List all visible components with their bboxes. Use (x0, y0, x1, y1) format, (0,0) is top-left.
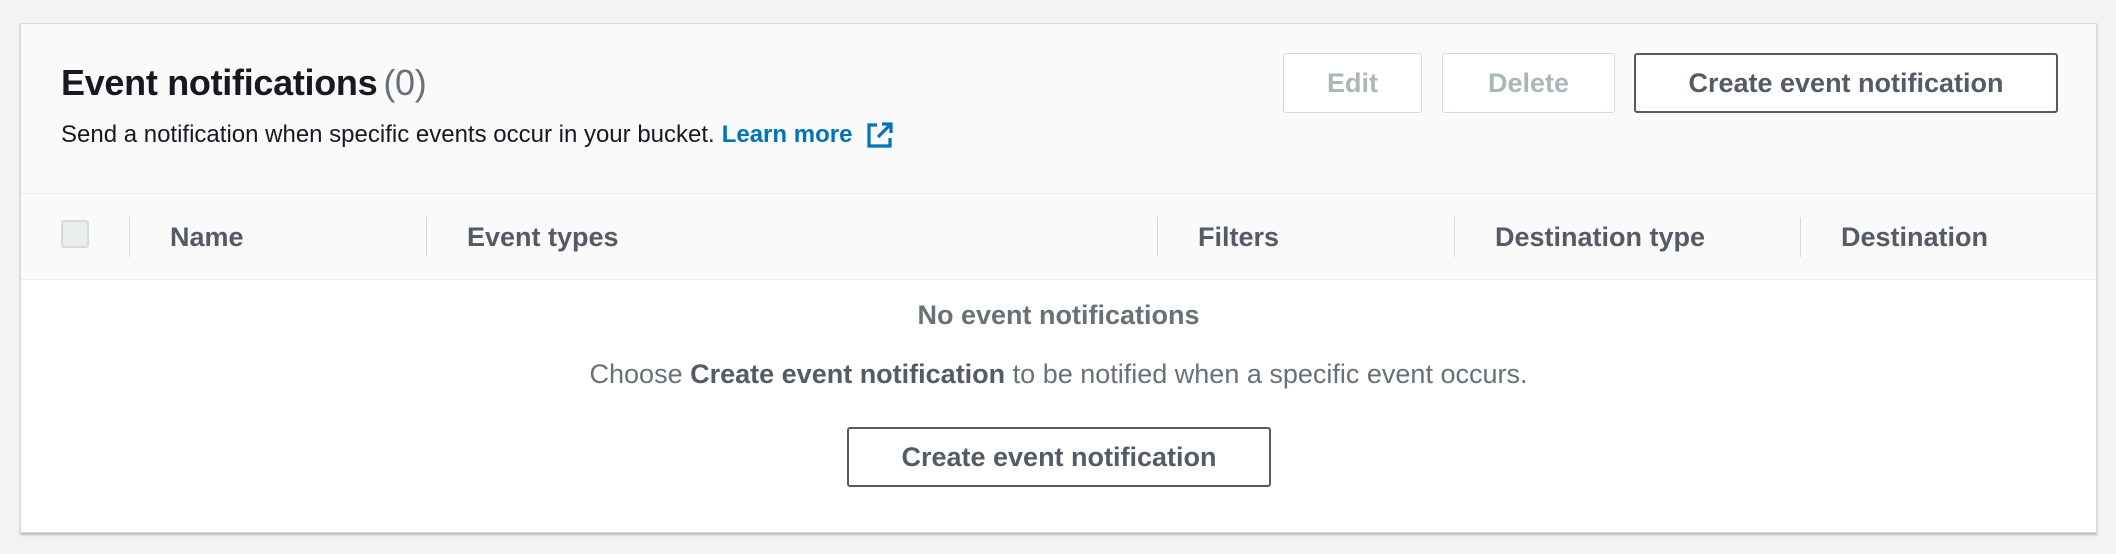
column-header-destination-type[interactable]: Destination type (1495, 194, 1705, 280)
event-notifications-panel: Event notifications (0) Send a notificati… (20, 23, 2097, 533)
empty-state-title: No event notifications (917, 300, 1200, 330)
empty-state-text: Choose Create event notification to be n… (21, 359, 2096, 390)
panel-header: Event notifications (0) Send a notificati… (21, 24, 2096, 194)
external-link-icon (864, 119, 896, 151)
column-divider[interactable] (1157, 217, 1158, 257)
delete-button[interactable]: Delete (1442, 53, 1615, 113)
column-divider[interactable] (129, 217, 130, 257)
empty-text-suffix: to be notified when a specific event occ… (1005, 359, 1528, 389)
empty-text-bold: Create event notification (690, 359, 1006, 389)
page-title: Event notifications (0) (61, 62, 427, 104)
table-header (21, 194, 2096, 280)
learn-more-label: Learn more (721, 121, 853, 148)
empty-create-event-notification-button[interactable]: Create event notification (847, 427, 1271, 487)
select-all-checkbox[interactable] (61, 220, 89, 248)
edit-button[interactable]: Edit (1283, 53, 1422, 113)
column-header-destination[interactable]: Destination (1841, 194, 1988, 280)
learn-more-link[interactable]: Learn more (722, 119, 897, 151)
empty-text-prefix: Choose (589, 359, 691, 389)
column-header-event-types[interactable]: Event types (467, 194, 619, 280)
description-text: Send a notification when specific events… (61, 121, 715, 148)
column-divider[interactable] (1454, 217, 1455, 257)
column-divider[interactable] (1800, 217, 1801, 257)
column-header-filters[interactable]: Filters (1198, 194, 1279, 280)
panel-description: Send a notification when specific events… (61, 119, 896, 151)
column-divider[interactable] (426, 217, 427, 257)
create-event-notification-button[interactable]: Create event notification (1634, 53, 2058, 113)
title-count: (0) (383, 62, 427, 103)
title-text: Event notifications (61, 62, 378, 103)
column-header-name[interactable]: Name (170, 194, 244, 280)
